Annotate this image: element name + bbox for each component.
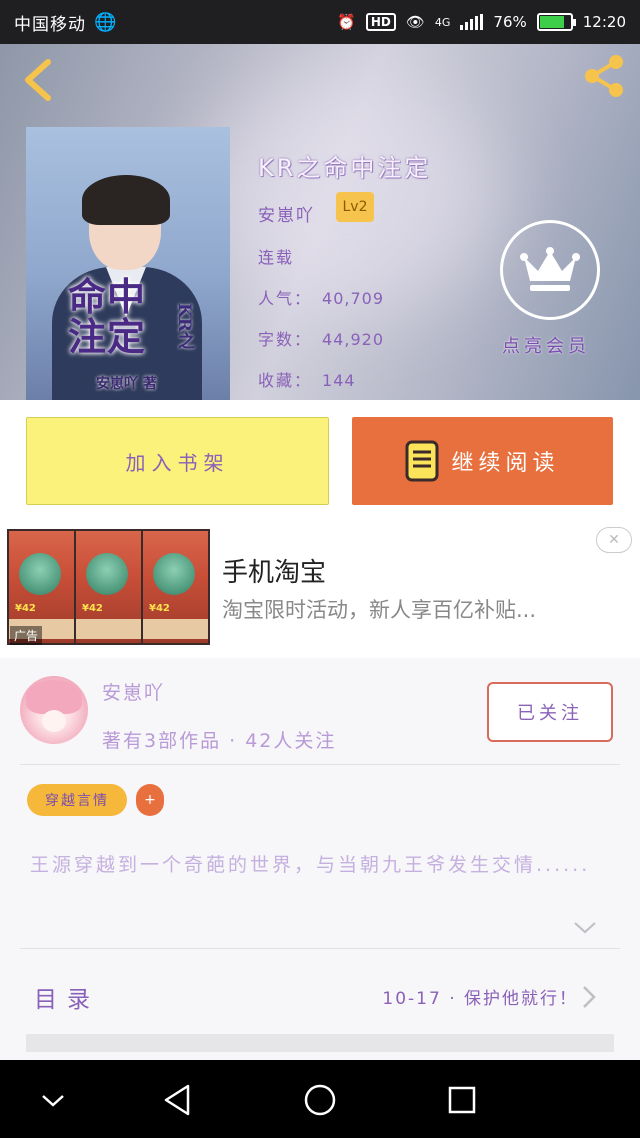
nav-back-button[interactable]: [156, 1078, 200, 1122]
favorites-label: 收藏：: [258, 371, 313, 390]
vip-button[interactable]: [500, 220, 600, 320]
ad-price: ¥42: [149, 603, 170, 614]
toc-label: 目录: [34, 987, 100, 1013]
chevron-down-icon: [42, 1095, 64, 1107]
word-count-label: 字数：: [258, 330, 313, 349]
crown-icon: [520, 247, 580, 291]
book-header: 命中注定 KR之 安崽吖 著 KR之命中注定 安崽吖 Lv2 连载 人气： 40,…: [0, 44, 640, 400]
ad-price: ¥42: [82, 603, 103, 614]
book-title: KR之命中注定: [258, 154, 432, 182]
hide-keyboard-button[interactable]: [31, 1078, 75, 1122]
system-nav-bar: [0, 1060, 640, 1138]
action-bar: 加入书架 继续阅读: [0, 400, 640, 522]
favorites-value: 144: [322, 371, 356, 390]
clock: 12:20: [582, 13, 626, 31]
share-button[interactable]: [580, 52, 628, 100]
book-author[interactable]: 安崽吖: [258, 201, 315, 226]
ad-panel-strip: [76, 619, 141, 639]
continue-reading-button[interactable]: 继续阅读: [352, 417, 613, 505]
favorites-row: 收藏： 144: [258, 367, 356, 391]
divider: [20, 764, 620, 765]
latest-chapter: 10-17 · 保护他就行！: [382, 989, 578, 1009]
back-button[interactable]: [18, 56, 58, 104]
synopsis: 王源穿越到一个奇葩的世界，与当朝九王爷发生交情......: [30, 854, 591, 876]
divider: [20, 948, 620, 949]
recents-square-icon: [448, 1086, 476, 1114]
status-icons: ⏰ HD 👁 4G 76% 12:20: [337, 13, 626, 31]
product-image: [19, 553, 61, 595]
table-of-contents-row[interactable]: 目录 10-17 · 保护他就行！: [0, 970, 640, 1026]
ad-panel-strip: [143, 619, 208, 639]
popularity-value: 40,709: [322, 289, 384, 308]
ad-close-button[interactable]: ✕: [596, 527, 632, 553]
home-circle-icon: [304, 1084, 336, 1116]
section-placeholder: [26, 1034, 614, 1052]
product-image: [153, 553, 195, 595]
battery-icon: [536, 13, 576, 31]
close-icon: ✕: [608, 532, 620, 548]
author-card: 安崽吖 著有3部作品 · 42人关注 已关注 穿越言情 + 王源穿越到一个奇葩的…: [0, 658, 640, 1068]
hd-badge: HD: [365, 13, 396, 31]
cover-figure-hair: [82, 175, 170, 225]
back-triangle-icon: [164, 1084, 190, 1116]
vip-circle: [500, 220, 600, 320]
ad-price: ¥42: [15, 603, 36, 614]
carrier-name: 中国移动: [14, 14, 86, 35]
add-tag-button[interactable]: +: [136, 784, 164, 816]
cover-title: 命中注定: [68, 274, 147, 359]
cover-title-prefix: KR之: [174, 303, 194, 349]
nav-home-button[interactable]: [298, 1078, 342, 1122]
ad-banner[interactable]: ¥42 ¥42 ¥42 广告 手机淘宝 淘宝限时活动，新人享百亿补贴...: [0, 522, 640, 658]
signal-icon: [460, 14, 484, 30]
genre-tag[interactable]: 穿越言情: [27, 784, 127, 816]
author-level-badge: Lv2: [336, 192, 374, 222]
eye-icon: 👁: [405, 13, 425, 31]
share-icon: [585, 55, 623, 97]
globe-icon: 🌐: [94, 11, 117, 33]
nav-recents-button[interactable]: [440, 1078, 484, 1122]
ad-image-panel: ¥42: [143, 531, 208, 643]
author-stats: 著有3部作品 · 42人关注: [102, 730, 337, 752]
author-name[interactable]: 安崽吖: [102, 678, 165, 705]
battery-fill: [539, 16, 565, 28]
expand-synopsis-button[interactable]: [572, 920, 598, 936]
add-to-shelf-button[interactable]: 加入书架: [26, 417, 329, 505]
ad-description: 淘宝限时活动，新人享百亿补贴...: [222, 598, 537, 622]
product-image: [86, 553, 128, 595]
book-cover[interactable]: 命中注定 KR之 安崽吖 著: [26, 127, 230, 400]
chevron-right-icon: [583, 986, 596, 1008]
popularity-row: 人气： 40,709: [258, 285, 384, 309]
book-status: 连载: [258, 248, 295, 267]
vip-label[interactable]: 点亮会员: [502, 332, 590, 358]
network-type: 4G: [434, 15, 451, 29]
word-count-row: 字数： 44,920: [258, 326, 384, 350]
continue-reading-label: 继续阅读: [451, 451, 560, 476]
ad-image-panel: ¥42: [76, 531, 141, 643]
word-count-value: 44,920: [322, 330, 384, 349]
book-icon: [405, 440, 439, 482]
chevron-down-icon: [574, 922, 596, 934]
battery-percent: 76%: [493, 13, 527, 31]
popularity-label: 人气：: [258, 289, 313, 308]
avatar[interactable]: [20, 676, 88, 744]
chevron-left-icon: [25, 59, 51, 101]
status-bar: 中国移动 🌐 ⏰ HD 👁 4G 76% 12:20: [0, 0, 640, 44]
alarm-icon: ⏰: [337, 13, 356, 31]
cover-author: 安崽吖 著: [96, 376, 157, 392]
ad-label: 广告: [10, 626, 43, 645]
follow-button[interactable]: 已关注: [487, 682, 613, 742]
ad-title: 手机淘宝: [222, 558, 327, 588]
